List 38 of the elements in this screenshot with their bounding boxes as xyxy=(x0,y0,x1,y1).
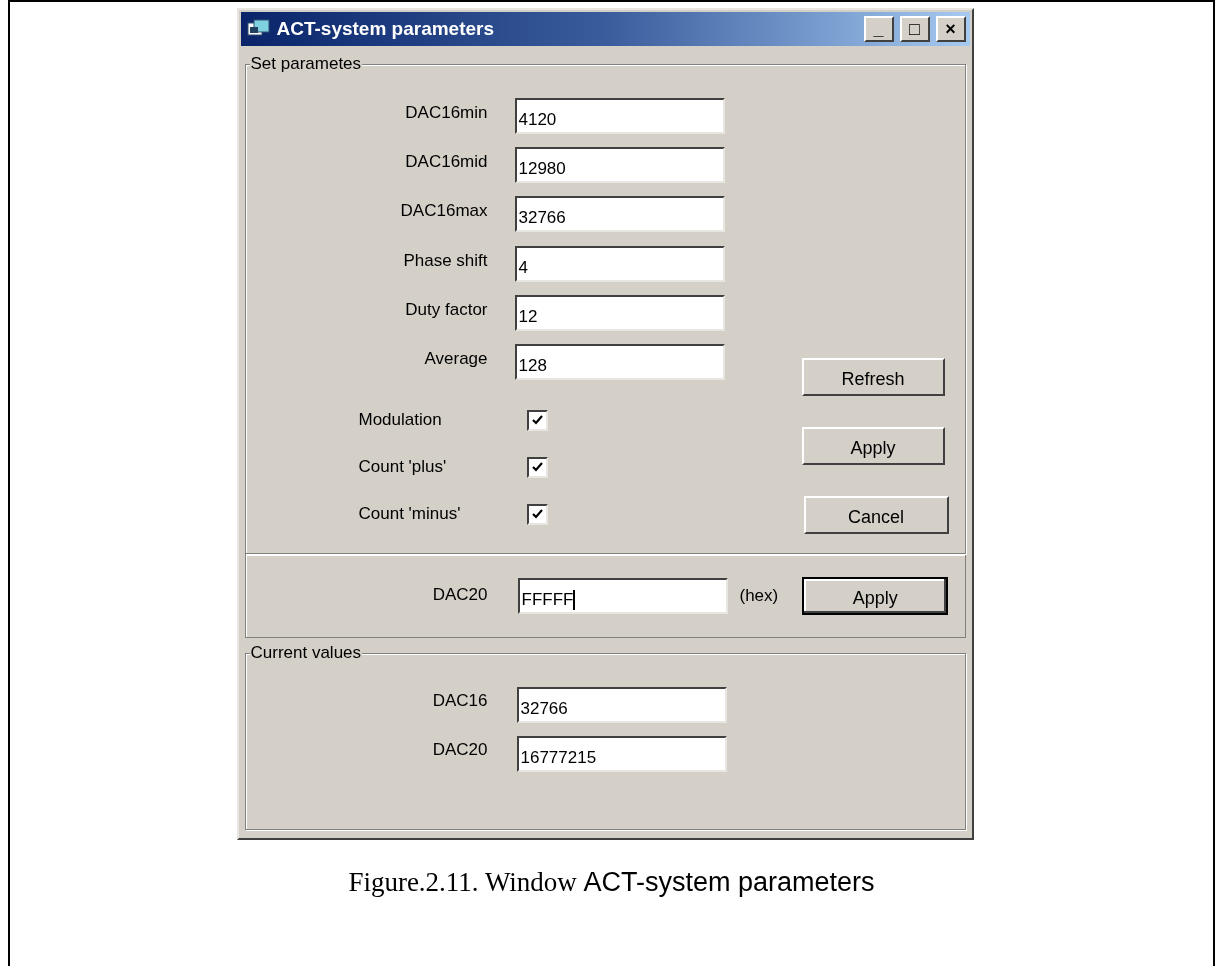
unit-label: (hex) xyxy=(739,585,779,608)
field-label: DAC16min xyxy=(404,102,488,125)
text-field[interactable]: 4 xyxy=(514,246,725,282)
window-title: ACT-system parameters xyxy=(276,16,496,41)
field-label: DAC16mid xyxy=(404,151,488,174)
field-label: Phase shift xyxy=(402,250,488,273)
checkbox[interactable] xyxy=(526,503,548,525)
field-label: DAC16 xyxy=(431,690,488,713)
push-button[interactable]: Apply xyxy=(802,577,949,615)
window-control[interactable]: _ xyxy=(863,16,894,42)
check-icon xyxy=(531,415,543,425)
field-label: DAC20 xyxy=(431,739,488,762)
field-label: Average xyxy=(423,348,488,371)
app-icon xyxy=(246,19,271,39)
checkbox-label: Modulation xyxy=(358,409,443,432)
push-button[interactable]: Cancel xyxy=(803,496,949,534)
field-label: DAC20 xyxy=(431,584,488,607)
text-field[interactable]: 32766 xyxy=(514,196,725,232)
field-label: DAC16max xyxy=(399,200,488,223)
figure-caption: Figure.2.11. Window ACT-system parameters xyxy=(348,866,875,899)
push-button[interactable]: Apply xyxy=(801,427,945,465)
text-field[interactable]: 32766 xyxy=(516,687,727,723)
checkbox-label: Count 'plus' xyxy=(358,456,448,479)
text-field[interactable]: 12 xyxy=(514,295,725,331)
text-field[interactable]: 12980 xyxy=(514,147,725,183)
text-field[interactable]: 128 xyxy=(514,344,725,380)
checkbox[interactable] xyxy=(526,456,548,478)
window-control[interactable]: □ xyxy=(899,16,930,42)
text-field[interactable]: 16777215 xyxy=(516,736,727,772)
field-label: Duty factor xyxy=(404,299,488,322)
checkbox-label: Count 'minus' xyxy=(358,503,462,526)
check-icon xyxy=(531,462,543,472)
checkbox[interactable] xyxy=(526,409,548,431)
push-button[interactable]: Refresh xyxy=(801,358,945,396)
text-field[interactable]: 4120 xyxy=(514,98,725,134)
text-field[interactable]: FFFFF xyxy=(517,578,728,614)
check-icon xyxy=(531,509,543,519)
window-control[interactable]: × xyxy=(935,16,966,42)
